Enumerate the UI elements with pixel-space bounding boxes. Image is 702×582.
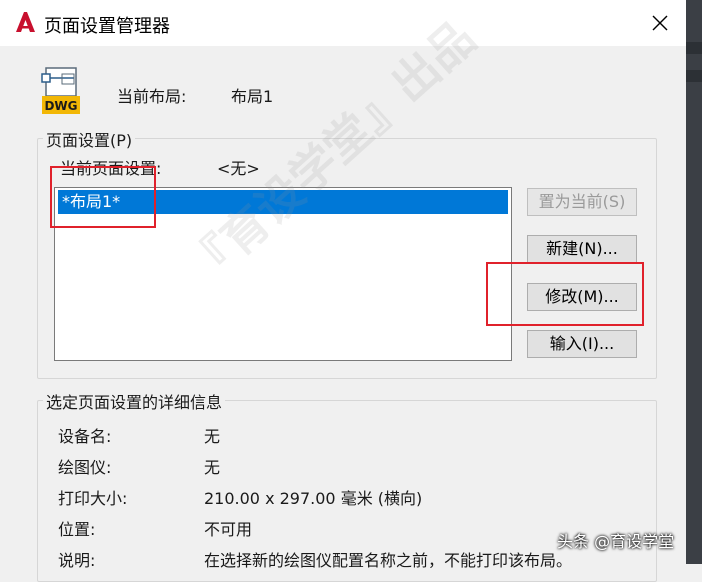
description-value: 在选择新的绘图仪配置名称之前，不能打印该布局。 [204, 551, 573, 570]
current-page-setup-value: <无> [217, 159, 260, 178]
autocad-app-icon [16, 12, 35, 32]
set-current-button[interactable]: 置为当前(S) [527, 188, 637, 216]
current-layout-label: 当前布局: [117, 87, 187, 106]
highlight-box-list-item [50, 166, 156, 228]
dwg-icon-text: DWG [44, 99, 77, 113]
window-title: 页面设置管理器 [44, 16, 170, 37]
description-label: 说明: [58, 551, 96, 570]
import-button[interactable]: 输入(I)... [527, 330, 637, 358]
close-button[interactable] [644, 8, 676, 38]
plotter-label: 绘图仪: [58, 458, 112, 477]
current-layout-value: 布局1 [231, 87, 274, 106]
location-label: 位置: [58, 520, 96, 539]
plot-size-value: 210.00 x 297.00 毫米 (横向) [204, 489, 423, 508]
device-name-label: 设备名: [58, 427, 112, 446]
dwg-file-icon: DWG [41, 67, 80, 114]
background-window-strip [686, 0, 702, 564]
plot-size-label: 打印大小: [58, 489, 128, 508]
page-setup-legend: 页面设置(P) [43, 127, 136, 151]
close-icon [652, 15, 668, 31]
details-legend: 选定页面设置的详细信息 [43, 389, 226, 413]
device-name-value: 无 [204, 427, 221, 446]
plotter-value: 无 [204, 458, 221, 477]
title-bar[interactable]: 页面设置管理器 [0, 0, 686, 46]
location-value: 不可用 [204, 520, 253, 539]
source-caption: 头条 @育设学堂 [557, 532, 675, 551]
highlight-box-modify [486, 262, 644, 326]
new-button[interactable]: 新建(N)... [527, 235, 637, 263]
